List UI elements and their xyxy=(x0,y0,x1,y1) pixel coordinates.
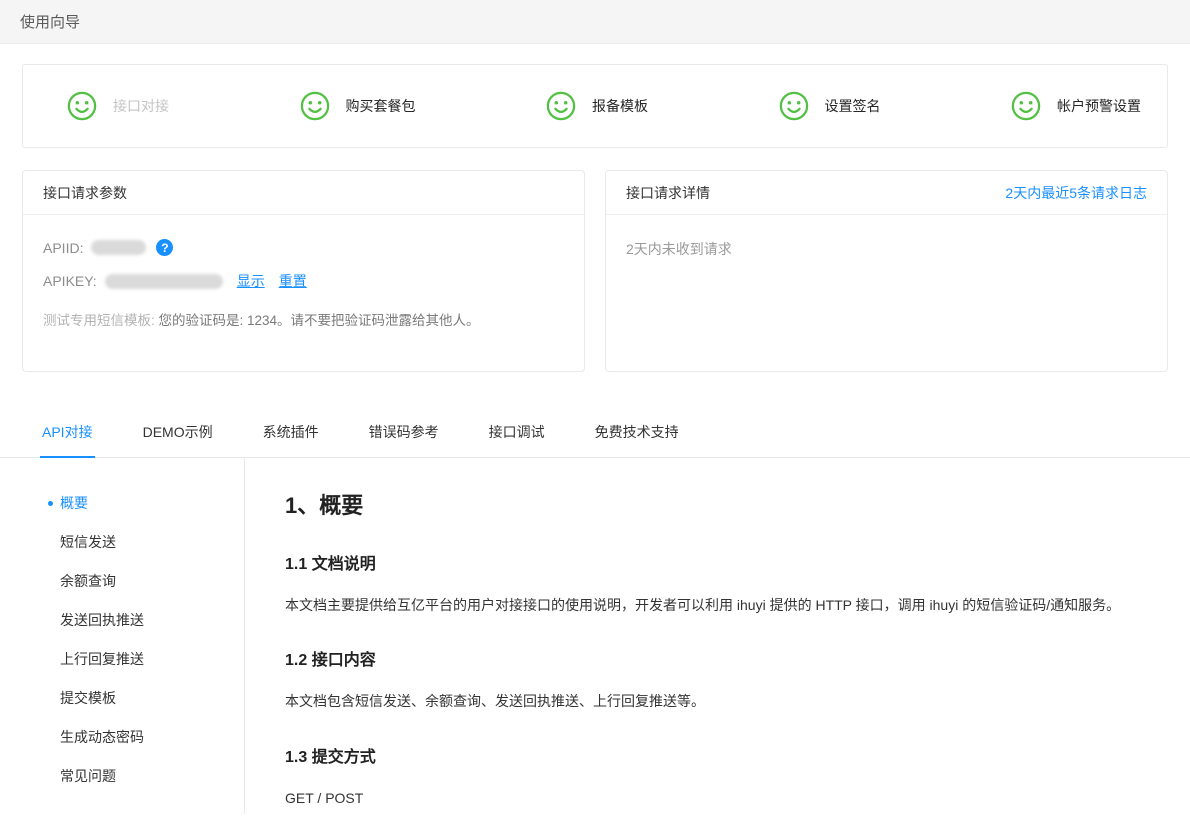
apiid-redacted-value xyxy=(91,240,146,255)
step-set-signature[interactable]: 设置签名 xyxy=(779,91,881,121)
no-request-text: 2天内未收到请求 xyxy=(626,241,732,257)
sidebar-item-balance-query[interactable]: 余额查询 xyxy=(0,562,244,601)
apikey-redacted-value xyxy=(105,274,223,289)
card-body: 2天内未收到请求 xyxy=(606,215,1167,259)
step-label: 报备模板 xyxy=(592,96,648,116)
tab-api-integration[interactable]: API对接 xyxy=(40,408,95,458)
card-title: 接口请求详情 xyxy=(626,183,710,203)
tab-demo[interactable]: DEMO示例 xyxy=(141,408,215,458)
doc-section-body: GET / POST xyxy=(285,787,1145,809)
smiley-icon xyxy=(546,91,576,121)
tab-plugins[interactable]: 系统插件 xyxy=(261,408,321,458)
apiid-label: APIID: xyxy=(43,240,83,256)
smiley-icon xyxy=(1011,91,1041,121)
info-cards-row: 接口请求参数 APIID: ? APIKEY: 显示 重置 测试专用短信模板: … xyxy=(22,170,1168,372)
topbar: 使用向导 xyxy=(0,0,1190,44)
note-body: 您的验证码是: 1234。请不要把验证码泄露给其他人。 xyxy=(155,313,480,328)
help-icon[interactable]: ? xyxy=(156,239,173,256)
apikey-label: APIKEY: xyxy=(43,273,97,289)
card-header: 接口请求详情 2天内最近5条请求日志 xyxy=(606,171,1167,215)
doc-section-body: 本文档包含短信发送、余额查询、发送回执推送、上行回复推送等。 xyxy=(285,690,1145,712)
doc-content: 概要 短信发送 余额查询 发送回执推送 上行回复推送 提交模板 生成动态密码 常… xyxy=(0,458,1190,814)
recent-request-log-link[interactable]: 2天内最近5条请求日志 xyxy=(1005,183,1147,203)
step-label: 帐户预警设置 xyxy=(1057,96,1141,116)
doc-sidebar: 概要 短信发送 余额查询 发送回执推送 上行回复推送 提交模板 生成动态密码 常… xyxy=(0,458,245,814)
doc-section-body: 本文档主要提供给互亿平台的用户对接接口的使用说明，开发者可以利用 ihuyi 提… xyxy=(285,594,1145,616)
show-apikey-link[interactable]: 显示 xyxy=(237,271,265,291)
sidebar-item-overview[interactable]: 概要 xyxy=(0,484,244,523)
apiid-row: APIID: ? xyxy=(43,239,564,256)
doc-main: 1、概要 1.1 文档说明 本文档主要提供给互亿平台的用户对接接口的使用说明，开… xyxy=(245,458,1190,814)
note-prefix: 测试专用短信模板: xyxy=(43,313,155,328)
step-buy-package[interactable]: 购买套餐包 xyxy=(300,91,416,121)
doc-tabs: API对接 DEMO示例 系统插件 错误码参考 接口调试 免费技术支持 xyxy=(0,408,1190,458)
doc-heading: 1、概要 xyxy=(285,488,1145,520)
sidebar-item-submit-template[interactable]: 提交模板 xyxy=(0,679,244,718)
smiley-icon xyxy=(779,91,809,121)
page-title: 使用向导 xyxy=(20,11,80,32)
sidebar-item-sms-send[interactable]: 短信发送 xyxy=(0,523,244,562)
sidebar-item-delivery-push[interactable]: 发送回执推送 xyxy=(0,601,244,640)
smiley-icon xyxy=(300,91,330,121)
step-label: 设置签名 xyxy=(825,96,881,116)
apikey-row: APIKEY: 显示 重置 xyxy=(43,271,564,291)
sidebar-item-reply-push[interactable]: 上行回复推送 xyxy=(0,640,244,679)
card-body: APIID: ? APIKEY: 显示 重置 测试专用短信模板: 您的验证码是:… xyxy=(23,215,584,329)
doc-section-title: 1.2 接口内容 xyxy=(285,646,1145,670)
request-params-card: 接口请求参数 APIID: ? APIKEY: 显示 重置 测试专用短信模板: … xyxy=(22,170,585,372)
request-detail-card: 接口请求详情 2天内最近5条请求日志 2天内未收到请求 xyxy=(605,170,1168,372)
usage-guide-steps: 接口对接 购买套餐包 报备模板 设置签名 帐户预警设置 xyxy=(22,64,1168,148)
step-account-alert[interactable]: 帐户预警设置 xyxy=(1011,91,1141,121)
doc-section-title: 1.3 提交方式 xyxy=(285,743,1145,767)
step-report-template[interactable]: 报备模板 xyxy=(546,91,648,121)
sidebar-item-dynamic-password[interactable]: 生成动态密码 xyxy=(0,718,244,757)
test-template-note: 测试专用短信模板: 您的验证码是: 1234。请不要把验证码泄露给其他人。 xyxy=(43,309,564,329)
reset-apikey-link[interactable]: 重置 xyxy=(279,271,307,291)
step-api-integration[interactable]: 接口对接 xyxy=(67,91,169,121)
step-label: 接口对接 xyxy=(113,96,169,116)
card-header: 接口请求参数 xyxy=(23,171,584,215)
card-title: 接口请求参数 xyxy=(43,183,127,203)
doc-section-title: 1.1 文档说明 xyxy=(285,550,1145,574)
tab-error-codes[interactable]: 错误码参考 xyxy=(367,408,441,458)
smiley-icon xyxy=(67,91,97,121)
tab-api-debug[interactable]: 接口调试 xyxy=(487,408,547,458)
tab-tech-support[interactable]: 免费技术支持 xyxy=(593,408,681,458)
step-label: 购买套餐包 xyxy=(346,96,416,116)
sidebar-item-faq[interactable]: 常见问题 xyxy=(0,757,244,796)
